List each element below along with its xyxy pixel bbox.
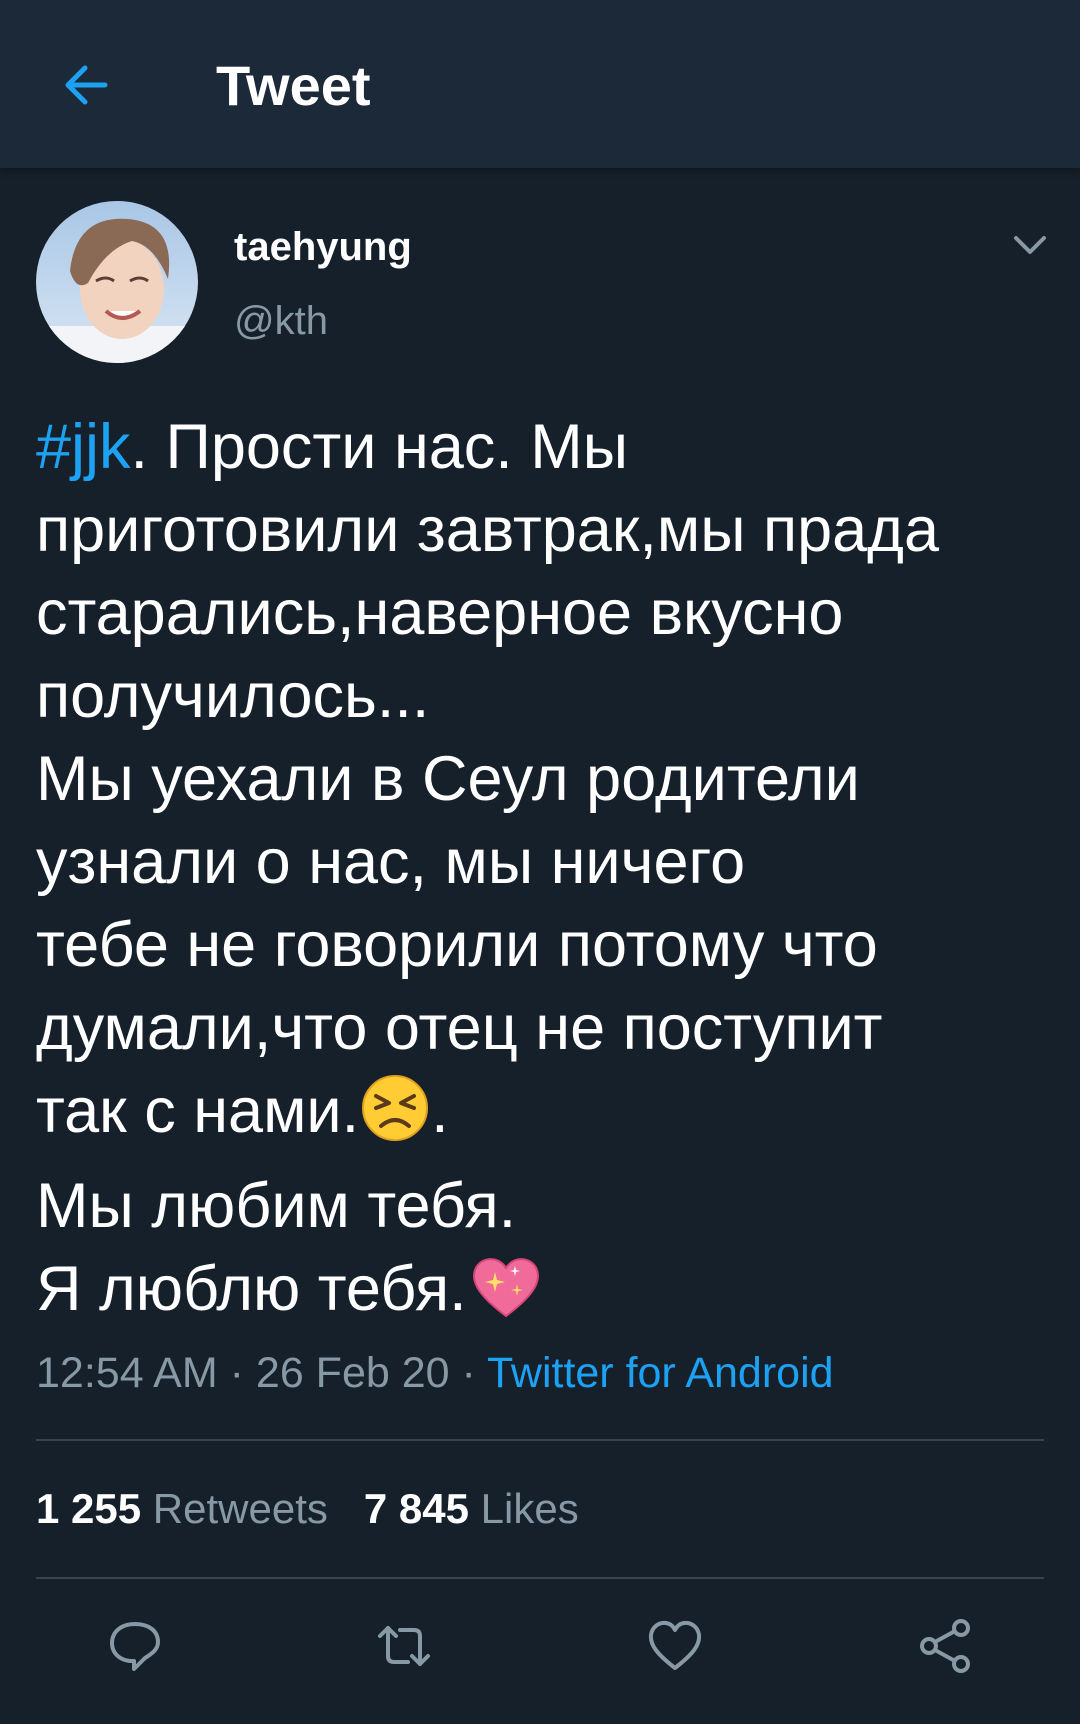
arrow-left-icon xyxy=(65,65,108,105)
tweet-source-link[interactable]: Twitter for Android xyxy=(487,1349,834,1397)
reply-button[interactable] xyxy=(103,1614,167,1678)
tweet-line: получилось... xyxy=(36,661,430,731)
back-button[interactable] xyxy=(50,50,120,120)
page-title: Tweet xyxy=(216,54,371,117)
tweet-line: #jjk. Прости нас. Мы xyxy=(36,412,629,482)
tweet-time: 12:54 AM xyxy=(36,1349,218,1397)
share-button[interactable] xyxy=(913,1614,977,1678)
more-options-button[interactable] xyxy=(1010,226,1050,266)
user-handle[interactable]: @kth xyxy=(234,296,328,346)
retweet-button[interactable] xyxy=(372,1614,436,1678)
tweet-line: Мы любим тебя. xyxy=(36,1171,517,1241)
like-button[interactable] xyxy=(643,1614,707,1678)
tweet-line: так с нами. . xyxy=(36,1070,1046,1165)
tweet-meta: 12:54 AM · 26 Feb 20 · Twitter for Andro… xyxy=(36,1349,834,1397)
tweet-line: узнали о нас, мы ничего xyxy=(36,827,746,897)
like-icon xyxy=(648,1620,702,1670)
chevron-down-icon xyxy=(1014,236,1046,254)
likes-stat[interactable]: 7 845 Likes xyxy=(364,1485,579,1532)
share-icon xyxy=(920,1619,970,1673)
hashtag-link[interactable]: #jjk xyxy=(36,412,131,482)
tweet-line: думали,что отец не поступит xyxy=(36,993,883,1063)
tweet-line: Я люблю тебя. xyxy=(36,1248,1046,1343)
display-name[interactable]: taehyung xyxy=(234,222,412,272)
tweet-line: Мы уехали в Сеул родители xyxy=(36,744,860,814)
tweet-line: тебе не говорили потому что xyxy=(36,910,878,980)
tweet-date: 26 Feb 20 xyxy=(255,1349,450,1397)
retweets-stat[interactable]: 1 255 Retweets xyxy=(36,1485,328,1532)
tweet-line: приготовили завтрак,мы прада xyxy=(36,495,939,565)
avatar[interactable] xyxy=(36,201,198,363)
divider xyxy=(36,1577,1044,1579)
tweet-line: старались,наверное вкусно xyxy=(36,578,844,648)
engagement-stats: 1 255 Retweets 7 845 Likes xyxy=(36,1482,579,1536)
reply-icon xyxy=(110,1622,160,1671)
divider xyxy=(36,1439,1044,1441)
persevering-face-emoji xyxy=(359,1072,431,1165)
top-app-bar: Tweet xyxy=(0,0,1080,168)
sparkling-heart-emoji xyxy=(467,1250,545,1343)
tweet-text: #jjk. Прости нас. Мы приготовили завтрак… xyxy=(36,406,1046,1343)
retweet-icon xyxy=(378,1626,430,1666)
